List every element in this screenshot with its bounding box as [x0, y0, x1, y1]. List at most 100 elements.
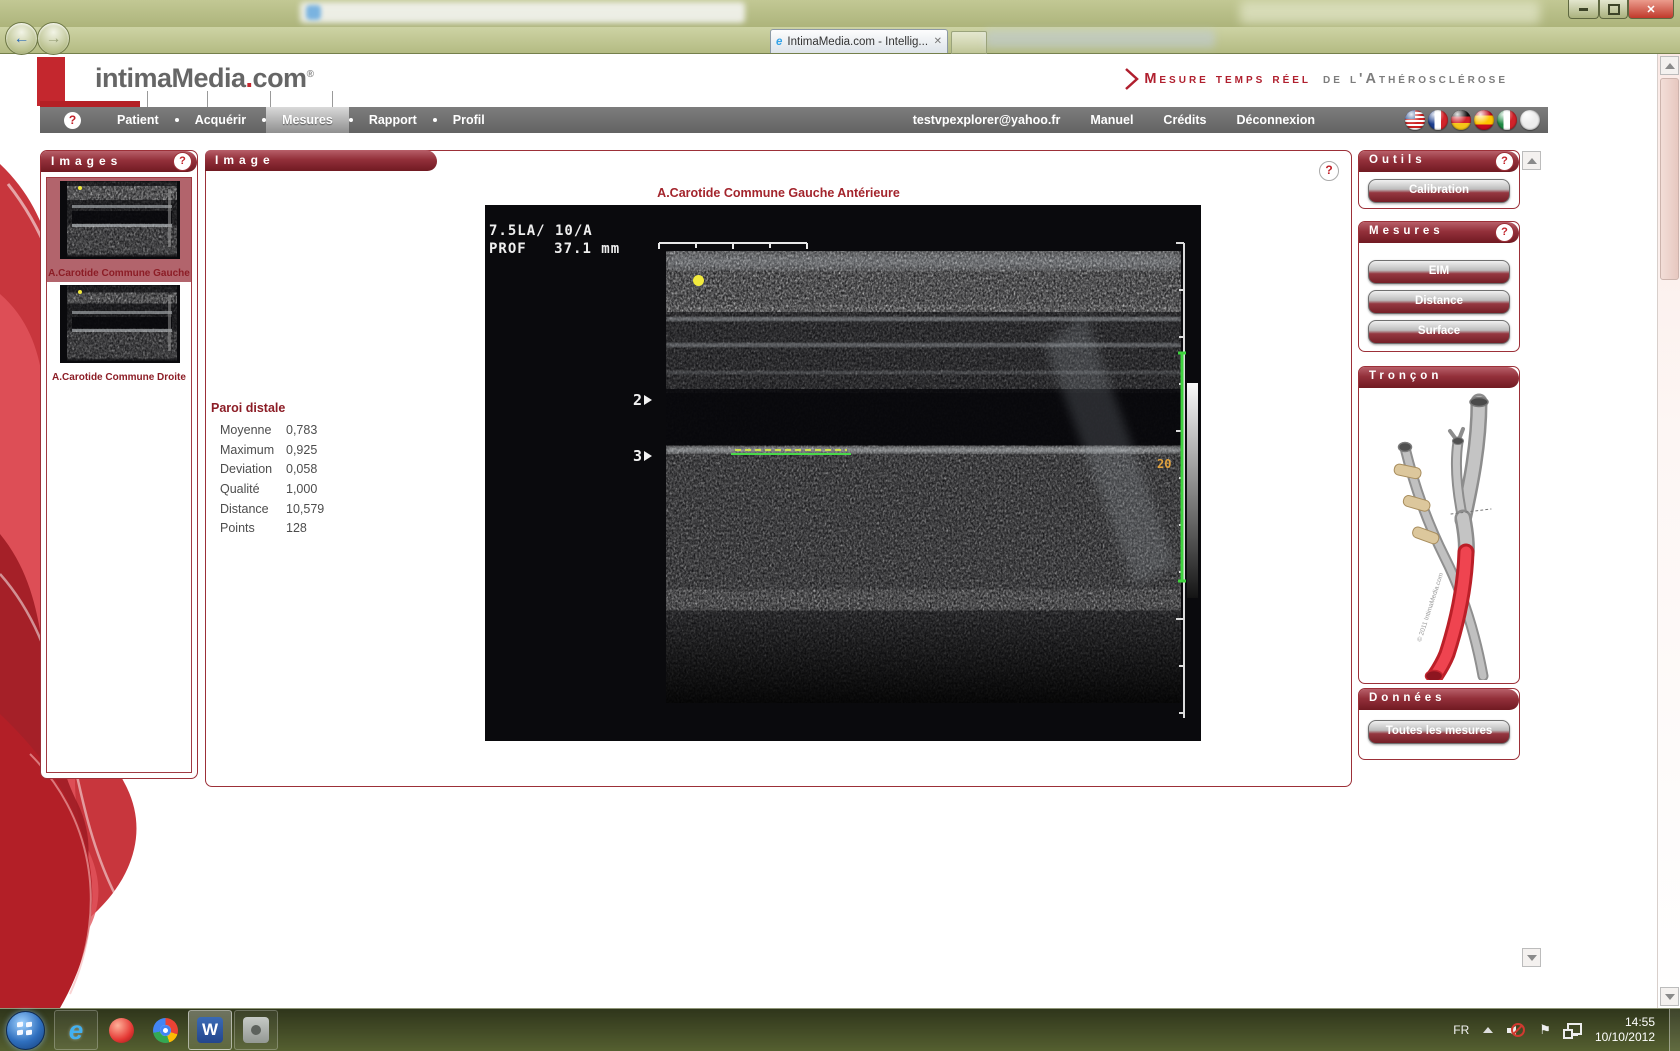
eim-button[interactable]: EIM [1368, 260, 1510, 284]
artery-diagram[interactable]: © 2011 IntimaMedia.com [1363, 392, 1515, 680]
taskbar-word-button[interactable]: W [188, 1010, 232, 1050]
nav-item-patient[interactable]: Patient [101, 107, 175, 133]
start-button[interactable] [6, 1011, 45, 1050]
volume-muted-icon[interactable] [1507, 1022, 1525, 1038]
tools-help-icon[interactable]: ? [1495, 152, 1514, 171]
taskbar-app-button[interactable] [100, 1011, 142, 1049]
taskbar-clock[interactable]: 14:55 10/10/2012 [1595, 1015, 1655, 1045]
marker-2-label: 2 [633, 391, 642, 409]
ultrasound-thumbnail-image [60, 181, 180, 259]
site-logo[interactable]: intimaMedia.com® [95, 63, 313, 94]
flag-us[interactable] [1405, 110, 1425, 130]
tab-favicon: e [776, 36, 782, 48]
flag-de[interactable] [1451, 110, 1471, 130]
up-arrow-icon [1665, 63, 1675, 69]
ultrasound-image[interactable]: 7.5LA/ 10/A PROF 37.1 mm 2 3 20 [485, 205, 1201, 741]
image-panel-header: Image [205, 150, 437, 171]
content-scroll-up-button[interactable] [1522, 151, 1541, 170]
scrollbar-thumb[interactable] [1660, 78, 1679, 280]
minimize-button[interactable] [1568, 0, 1599, 19]
internet-explorer-icon: e [69, 1015, 83, 1046]
forward-button[interactable]: → [37, 22, 70, 55]
flag-fr[interactable] [1428, 110, 1448, 130]
measures-help-icon[interactable]: ? [1495, 223, 1514, 242]
nav-item-rapport[interactable]: Rapport [353, 107, 433, 133]
tray-expand-icon[interactable] [1483, 1027, 1493, 1033]
marker-arrow-icon [644, 395, 652, 405]
thumbnail-carotide-gauche[interactable]: A.Carotide Commune Gauche [47, 178, 191, 282]
troncon-panel: Tronçon [1358, 366, 1520, 684]
marker-2: 2 [633, 391, 652, 409]
stat-value: 10,579 [286, 502, 324, 516]
nav-link-deconnexion[interactable]: Déconnexion [1237, 113, 1316, 127]
image-panel-title: Image [215, 153, 275, 167]
distance-button[interactable]: Distance [1368, 290, 1510, 314]
word-icon: W [197, 1017, 223, 1043]
images-panel: Images ? A.Carotide Commune Gauche [40, 150, 198, 779]
nav-left-group: ? Patient Acquérir Mesures Rapport Profi… [64, 107, 501, 133]
background-window-icon-blur [306, 5, 321, 20]
taskbar-ie-button[interactable]: e [54, 1010, 98, 1050]
nav-link-manuel[interactable]: Manuel [1090, 113, 1133, 127]
nav-item-profil[interactable]: Profil [437, 107, 501, 133]
flag-it[interactable] [1497, 110, 1517, 130]
browser-tab[interactable]: e IntimaMedia.com - Intellig... ✕ [770, 29, 948, 53]
stat-row-deviation: Deviation 0,058 [211, 462, 391, 482]
images-help-icon[interactable]: ? [173, 152, 192, 171]
nav-help-icon[interactable]: ? [64, 112, 81, 129]
windows-taskbar: e W FR ⚑ 14:55 10/10/2012 [0, 1008, 1680, 1051]
close-window-button[interactable]: ✕ [1628, 0, 1674, 19]
thumbnail-list: A.Carotide Commune Gauche A.Carotide Com… [46, 177, 192, 773]
prof-value: 37.1 mm [554, 241, 620, 257]
nav-link-credits[interactable]: Crédits [1163, 113, 1206, 127]
flag-es[interactable] [1474, 110, 1494, 130]
all-measures-button[interactable]: Toutes les mesures [1368, 720, 1510, 744]
image-panel: Image Test VP, Homme, 04/10/1960, (visit… [205, 150, 1352, 787]
flag-other[interactable] [1520, 110, 1540, 130]
nav-item-mesures[interactable]: Mesures [266, 107, 349, 133]
stat-row-qualite: Qualité 1,000 [211, 482, 391, 502]
troncon-panel-header: Tronçon [1359, 367, 1519, 388]
nav-item-acquerir[interactable]: Acquérir [179, 107, 262, 133]
windows-flag-icon [17, 1021, 23, 1027]
image-help-icon[interactable]: ? [1319, 161, 1339, 181]
logo-text: intimaMedia [95, 63, 246, 93]
taskbar-tool-button[interactable] [234, 1010, 278, 1050]
system-tray: FR ⚑ 14:55 10/10/2012 [1453, 1015, 1655, 1045]
red-app-icon [109, 1018, 134, 1043]
scrollbar-up-button[interactable] [1660, 56, 1679, 75]
network-icon[interactable] [1565, 1023, 1581, 1037]
calibration-button[interactable]: Calibration [1368, 179, 1510, 203]
tab-close-icon[interactable]: ✕ [934, 36, 942, 47]
prof-label: PROF [489, 241, 527, 257]
browser-scrollbar[interactable] [1657, 54, 1680, 1008]
image-title: A.Carotide Commune Gauche Antérieure [206, 186, 1351, 200]
maximize-button[interactable] [1599, 0, 1628, 19]
data-panel-header: Données [1359, 689, 1519, 710]
maximize-icon [1608, 4, 1620, 15]
marker-arrow-icon [644, 451, 652, 461]
ultrasound-thumbnail-image [60, 285, 180, 363]
new-tab-button[interactable] [951, 31, 987, 55]
content-scroll-down-button[interactable] [1522, 948, 1541, 967]
stat-row-points: Points 128 [211, 521, 391, 541]
surface-button[interactable]: Surface [1368, 320, 1510, 344]
scrollbar-down-button[interactable] [1660, 987, 1679, 1006]
show-desktop-button[interactable] [1669, 1009, 1680, 1051]
back-button[interactable]: ← [5, 22, 38, 55]
chrome-icon [153, 1018, 178, 1043]
action-center-flag-icon[interactable]: ⚑ [1539, 1022, 1551, 1038]
close-icon: ✕ [1646, 3, 1655, 16]
language-flags [1405, 110, 1540, 130]
stat-label: Distance [220, 502, 269, 516]
stat-value: 0,925 [286, 443, 317, 457]
nav-separator [270, 91, 271, 107]
thumbnail-carotide-droite[interactable]: A.Carotide Commune Droite [47, 282, 191, 386]
data-panel: Données Toutes les mesures [1358, 688, 1520, 760]
down-arrow-icon [1527, 955, 1537, 961]
network-plug [1563, 1029, 1573, 1039]
taskbar-chrome-button[interactable] [144, 1011, 186, 1049]
language-indicator[interactable]: FR [1453, 1023, 1469, 1037]
stats-title: Paroi distale [211, 401, 391, 415]
images-panel-title: Images [51, 154, 122, 168]
